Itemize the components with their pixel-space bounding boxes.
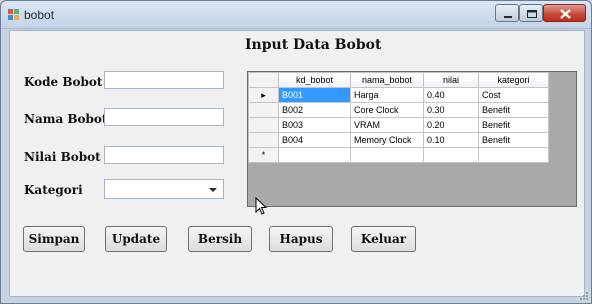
column-header-nilai[interactable]: nilai [423,72,479,88]
mouse-cursor-icon [255,197,267,215]
new-row-icon[interactable]: * [248,147,279,163]
kategori-label: Kategori [24,183,83,197]
table-cell[interactable]: Benefit [478,132,549,148]
minimize-icon [504,16,512,18]
nama-bobot-input[interactable] [104,108,224,126]
table-cell[interactable]: Benefit [478,117,549,133]
data-grid[interactable]: kd_bobot nama_bobot nilai kategori ▸ B00… [247,71,577,207]
table-cell[interactable] [478,147,549,163]
kategori-select[interactable] [104,179,224,199]
table-row[interactable]: ▸ B001 Harga 0.40 Cost [248,87,549,103]
close-icon [560,9,571,19]
table-row[interactable]: B003 VRAM 0.20 Benefit [248,117,549,133]
hapus-button[interactable]: Hapus [269,226,333,252]
title-bar[interactable]: bobot [1,1,591,29]
table-row[interactable]: B004 Memory Clock 0.10 Benefit [248,132,549,148]
table-cell[interactable]: Cost [478,87,549,103]
table-cell[interactable]: 0.30 [423,102,479,118]
minimize-button[interactable] [495,4,519,22]
bersih-button[interactable]: Bersih [188,226,252,252]
column-header-kd-bobot[interactable]: kd_bobot [278,72,351,88]
table-cell[interactable] [423,147,479,163]
resize-grip-icon[interactable] [579,291,589,301]
window-title: bobot [24,8,55,22]
table-cell[interactable] [350,147,424,163]
nilai-bobot-label: Nilai Bobot [24,150,101,164]
table-cell[interactable]: B003 [278,117,351,133]
kode-bobot-label: Kode Bobot [24,75,103,89]
kode-bobot-input[interactable] [104,71,224,89]
table-row[interactable]: B002 Core Clock 0.30 Benefit [248,102,549,118]
nama-bobot-label: Nama Bobot [24,112,108,126]
row-header[interactable] [248,117,279,133]
column-header-nama-bobot[interactable]: nama_bobot [350,72,424,88]
chevron-down-icon[interactable] [209,188,217,192]
table-cell[interactable]: VRAM [350,117,424,133]
table-cell[interactable]: 0.20 [423,117,479,133]
maximize-button[interactable] [519,4,543,22]
table-cell[interactable]: Harga [350,87,424,103]
column-header-kategori[interactable]: kategori [478,72,549,88]
table-cell[interactable]: 0.10 [423,132,479,148]
grid-header-row: kd_bobot nama_bobot nilai kategori [248,72,549,88]
close-button[interactable] [543,4,586,22]
table-cell[interactable]: Core Clock [350,102,424,118]
app-window: bobot Input Data Bobot Kode Bobot Nama B… [0,0,592,304]
table-cell[interactable]: 0.40 [423,87,479,103]
table-cell[interactable]: Memory Clock [350,132,424,148]
table-cell[interactable]: Benefit [478,102,549,118]
new-row[interactable]: * [248,147,549,163]
grid-corner-cell[interactable] [248,72,279,88]
nilai-bobot-input[interactable] [104,146,224,164]
table-cell[interactable]: B004 [278,132,351,148]
keluar-button[interactable]: Keluar [351,226,416,252]
form-title: Input Data Bobot [245,37,382,53]
data-grid-table: kd_bobot nama_bobot nilai kategori ▸ B00… [248,72,549,163]
maximize-icon [527,10,537,18]
simpan-button[interactable]: Simpan [23,226,85,252]
table-cell[interactable]: B002 [278,102,351,118]
row-header[interactable] [248,102,279,118]
current-row-icon[interactable]: ▸ [248,87,279,103]
app-icon [8,9,19,20]
table-cell[interactable]: B001 [278,87,351,103]
update-button[interactable]: Update [105,226,167,252]
table-cell[interactable] [278,147,351,163]
row-header[interactable] [248,132,279,148]
